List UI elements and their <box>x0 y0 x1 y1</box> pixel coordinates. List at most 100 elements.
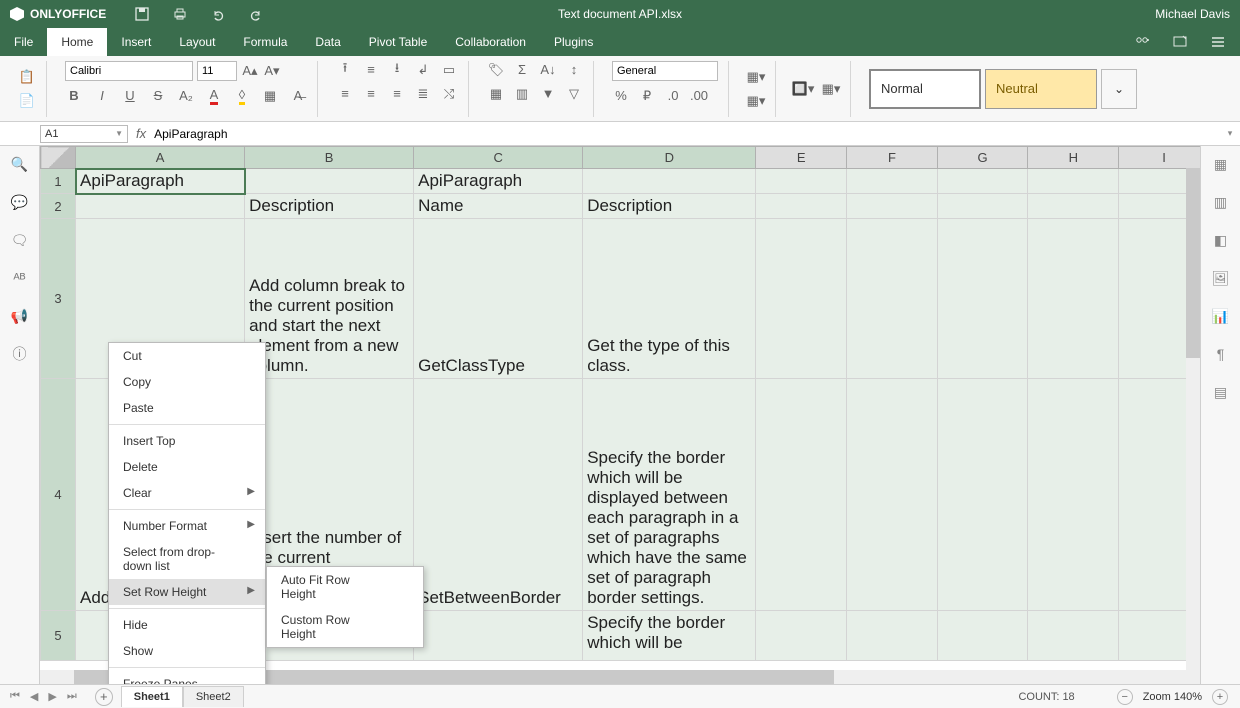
cell-D4[interactable]: Specify the border which will be display… <box>583 379 756 611</box>
image-settings-icon[interactable]: 🖼 <box>1213 270 1229 286</box>
context-number-format[interactable]: Number Format▶ <box>109 513 265 539</box>
font-shrink-icon[interactable]: A▾ <box>263 62 281 80</box>
cell-B1[interactable] <box>245 169 414 194</box>
row-header-2[interactable]: 2 <box>41 194 76 219</box>
context-show[interactable]: Show <box>109 638 265 664</box>
wrap-text-icon[interactable]: ↲ <box>414 61 432 79</box>
orientation-icon[interactable]: ⤭ <box>440 85 458 103</box>
cell-H1[interactable] <box>1028 169 1119 194</box>
copy-icon[interactable]: 📋 <box>18 68 36 86</box>
borders-button[interactable]: ▦ <box>261 87 279 105</box>
dec-inc-icon[interactable]: .0 <box>664 87 682 105</box>
align-bottom-icon[interactable]: ⭳ <box>388 61 406 79</box>
cell-style-more[interactable]: ⌄ <box>1101 69 1137 109</box>
search-icon[interactable]: 🔍 <box>12 156 28 172</box>
hamburger-icon[interactable] <box>1210 34 1226 50</box>
spreadsheet-grid[interactable]: A B C D E F G H I 1 ApiParagraph ApiPara… <box>40 146 1200 684</box>
currency-icon[interactable]: ₽ <box>638 87 656 105</box>
save-icon[interactable] <box>134 6 150 22</box>
cell-F5[interactable] <box>847 611 938 661</box>
share-icon[interactable] <box>1134 34 1150 50</box>
col-header-G[interactable]: G <box>937 147 1028 169</box>
menu-formula[interactable]: Formula <box>229 28 301 56</box>
func-icon[interactable]: ▦ <box>487 85 505 103</box>
cell-C5[interactable] <box>414 611 583 661</box>
col-header-H[interactable]: H <box>1028 147 1119 169</box>
add-sheet-button[interactable]: + <box>95 688 113 706</box>
cell-D3[interactable]: Get the type of this class. <box>583 219 756 379</box>
cell-H4[interactable] <box>1028 379 1119 611</box>
cell-F1[interactable] <box>847 169 938 194</box>
font-color-button[interactable]: A <box>205 87 223 105</box>
delete-cells-icon[interactable]: ▦▾ <box>747 92 765 110</box>
subscript-button[interactable]: A₂ <box>177 87 195 105</box>
cell-H5[interactable] <box>1028 611 1119 661</box>
justify-icon[interactable]: ≣ <box>414 85 432 103</box>
menu-file[interactable]: File <box>0 28 47 56</box>
sheet-tab-2[interactable]: Sheet2 <box>183 686 244 707</box>
cell-E3[interactable] <box>756 219 847 379</box>
chart-settings-icon[interactable]: 📊 <box>1213 308 1229 324</box>
align-middle-icon[interactable]: ≡ <box>362 61 380 79</box>
context-select-dropdown[interactable]: Select from drop-down list <box>109 539 265 579</box>
col-header-A[interactable]: A <box>76 147 245 169</box>
row-header-3[interactable]: 3 <box>41 219 76 379</box>
redo-icon[interactable] <box>248 6 264 22</box>
row-header-4[interactable]: 4 <box>41 379 76 611</box>
fx-icon[interactable]: fx <box>136 126 146 141</box>
context-freeze-panes[interactable]: Freeze Panes <box>109 671 265 684</box>
strike-button[interactable]: S <box>149 87 167 105</box>
vertical-scrollbar[interactable] <box>1186 168 1200 684</box>
align-center-icon[interactable]: ≡ <box>362 85 380 103</box>
cell-G3[interactable] <box>937 219 1028 379</box>
context-custom-row-height[interactable]: Custom Row Height <box>267 607 423 647</box>
sum-icon[interactable]: Σ <box>513 61 531 79</box>
chevron-down-icon[interactable]: ▼ <box>115 129 123 138</box>
table-format-icon[interactable]: ▦▾ <box>822 80 840 98</box>
align-top-icon[interactable]: ⭱ <box>336 61 354 79</box>
context-insert-top[interactable]: Insert Top <box>109 428 265 454</box>
font-name-select[interactable] <box>65 61 193 81</box>
context-delete[interactable]: Delete <box>109 454 265 480</box>
cell-E1[interactable] <box>756 169 847 194</box>
sort-asc-icon[interactable]: A↓ <box>539 61 557 79</box>
zoom-out-button[interactable]: − <box>1117 689 1133 705</box>
sheet-nav-prev-icon[interactable]: ◀ <box>30 690 38 703</box>
fill-color-button[interactable]: ◊ <box>233 87 251 105</box>
bold-button[interactable]: B <box>65 87 83 105</box>
select-all-corner[interactable] <box>41 147 76 169</box>
cell-H2[interactable] <box>1028 194 1119 219</box>
cell-C3[interactable]: GetClassType <box>414 219 583 379</box>
row-header-1[interactable]: 1 <box>41 169 76 194</box>
cond-format-icon[interactable]: 🔲▾ <box>794 80 812 98</box>
cell-E5[interactable] <box>756 611 847 661</box>
font-size-select[interactable] <box>197 61 237 81</box>
menu-collab[interactable]: Collaboration <box>441 28 540 56</box>
font-grow-icon[interactable]: A▴ <box>241 62 259 80</box>
fill-icon[interactable]: ▥ <box>513 85 531 103</box>
table-settings-icon[interactable]: ▥ <box>1213 194 1229 210</box>
cell-C1[interactable]: ApiParagraph <box>414 169 583 194</box>
menu-insert[interactable]: Insert <box>107 28 165 56</box>
name-box[interactable]: A1▼ <box>40 125 128 143</box>
user-name[interactable]: Michael Davis <box>1155 7 1230 21</box>
zoom-in-button[interactable]: + <box>1212 689 1228 705</box>
merge-icon[interactable]: ▭ <box>440 61 458 79</box>
row-header-5[interactable]: 5 <box>41 611 76 661</box>
cell-G1[interactable] <box>937 169 1028 194</box>
shape-settings-icon[interactable]: ◧ <box>1213 232 1229 248</box>
menu-data[interactable]: Data <box>301 28 354 56</box>
cell-E4[interactable] <box>756 379 847 611</box>
cell-C4[interactable]: SetBetweenBorder <box>414 379 583 611</box>
print-icon[interactable] <box>172 6 188 22</box>
sort-desc-icon[interactable]: ↕ <box>565 61 583 79</box>
context-paste[interactable]: Paste <box>109 395 265 421</box>
align-right-icon[interactable]: ≡ <box>388 85 406 103</box>
clear-filter-icon[interactable]: ▽ <box>565 85 583 103</box>
info-icon[interactable]: ⓘ <box>12 346 28 362</box>
filter-icon[interactable]: ▼ <box>539 85 557 103</box>
paste-icon[interactable]: 📄 <box>18 92 36 110</box>
insert-cells-icon[interactable]: ▦▾ <box>747 68 765 86</box>
cell-style-neutral[interactable]: Neutral <box>985 69 1097 109</box>
spellcheck-icon[interactable]: ᴬᴮ <box>12 270 28 286</box>
